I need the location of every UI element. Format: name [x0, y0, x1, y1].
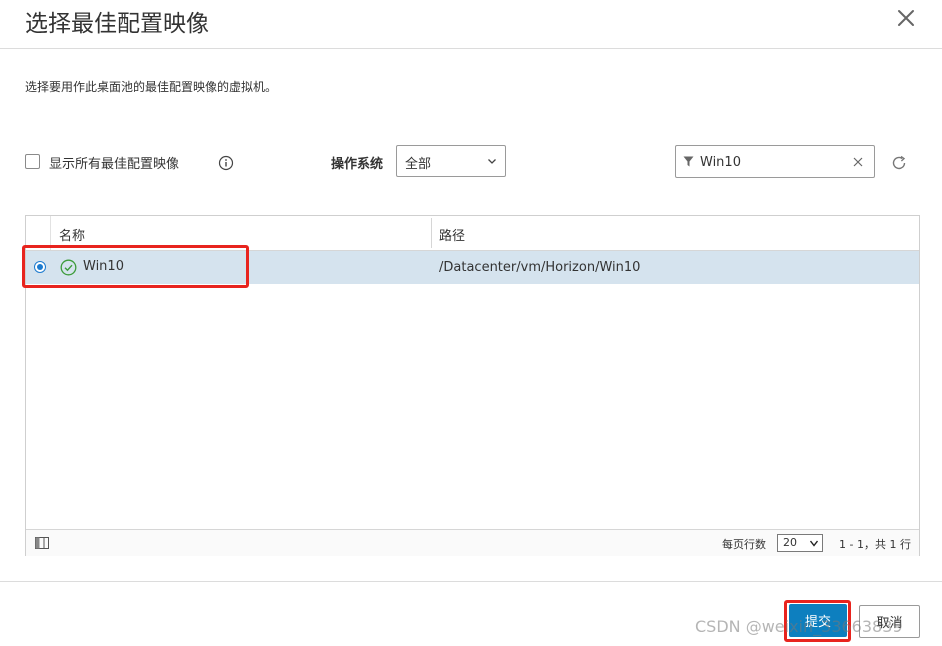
- os-select-value: 全部: [405, 157, 432, 172]
- column-resizer[interactable]: [431, 218, 432, 248]
- os-select[interactable]: 全部: [396, 145, 506, 177]
- row-radio[interactable]: [34, 261, 46, 273]
- cancel-button[interactable]: 取消: [859, 605, 920, 638]
- refresh-icon[interactable]: [890, 154, 908, 172]
- radio-selected-dot: [37, 264, 43, 270]
- chevron-down-icon: [488, 159, 496, 164]
- vm-grid: 名称 路径 Win10 /Datacenter/vm/Horizon/Win10…: [25, 215, 920, 556]
- column-header-name[interactable]: 名称: [59, 225, 85, 244]
- row-path: /Datacenter/vm/Horizon/Win10: [439, 260, 641, 275]
- os-label: 操作系统: [331, 157, 384, 172]
- rows-per-page-select[interactable]: 20: [777, 534, 823, 552]
- submit-button[interactable]: 提交: [789, 604, 847, 637]
- dialog-title: 选择最佳配置映像: [25, 11, 209, 37]
- check-circle-icon: [60, 259, 77, 276]
- row-name: Win10: [83, 259, 124, 274]
- filter-input[interactable]: [700, 152, 840, 172]
- title-divider: [0, 48, 942, 49]
- footer-divider: [0, 581, 942, 582]
- table-row[interactable]: Win10 /Datacenter/vm/Horizon/Win10: [26, 251, 919, 284]
- grid-footer: 每页行数 20 1 - 1，共 1 行: [26, 529, 919, 556]
- show-all-label: 显示所有最佳配置映像: [49, 157, 180, 172]
- clear-icon[interactable]: [853, 157, 863, 167]
- pager-info: 1 - 1，共 1 行: [839, 538, 911, 551]
- rows-per-page-label: 每页行数: [722, 538, 766, 551]
- show-all-checkbox[interactable]: [25, 154, 40, 169]
- select-column-header: [26, 216, 51, 250]
- columns-icon[interactable]: [35, 537, 49, 549]
- filter-box: [675, 145, 875, 178]
- filter-icon: [683, 156, 694, 167]
- chevron-down-icon: [810, 540, 818, 547]
- rows-per-page-value: 20: [783, 536, 797, 549]
- column-header-path[interactable]: 路径: [439, 225, 465, 244]
- info-icon[interactable]: [218, 155, 234, 171]
- close-icon[interactable]: [892, 4, 920, 32]
- grid-header: 名称 路径: [26, 216, 919, 251]
- dialog-description: 选择要用作此桌面池的最佳配置映像的虚拟机。: [25, 80, 278, 94]
